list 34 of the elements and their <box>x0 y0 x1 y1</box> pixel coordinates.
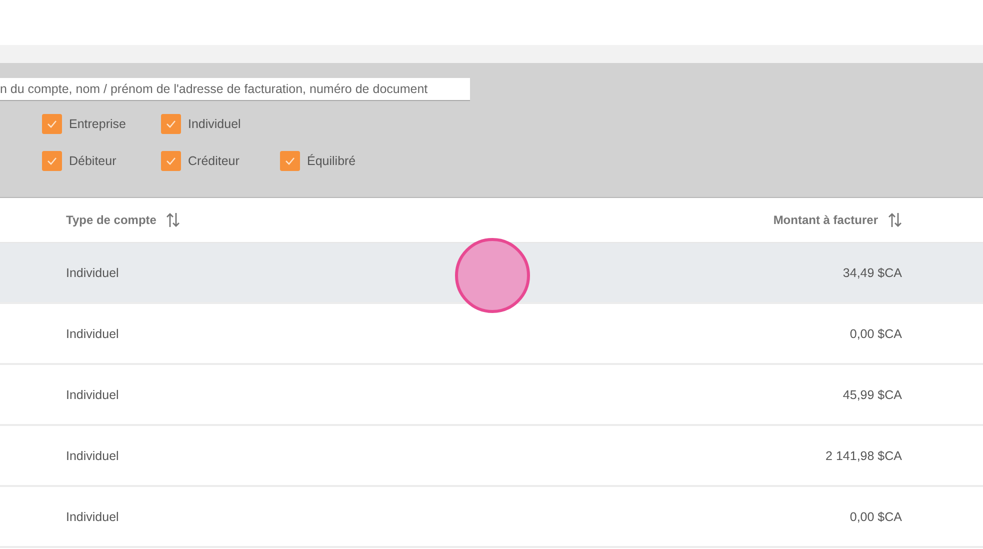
table-cell: 0,00 $CA <box>850 510 902 524</box>
check-icon <box>166 156 176 164</box>
table-row[interactable]: Individuel 2 141,98 $CA <box>0 426 983 487</box>
table-cell: 45,99 $CA <box>842 388 902 402</box>
table-cell: 2 141,98 $CA <box>826 448 902 462</box>
checkbox[interactable] <box>161 114 181 134</box>
table-cell: Individuel <box>66 510 119 524</box>
sort-icon[interactable] <box>166 212 180 228</box>
checkbox-label: Entreprise <box>69 116 126 130</box>
search-field[interactable]: n du compte, nom / prénom de l'adresse de facturation, numéro de document <box>0 78 470 101</box>
sort-icon[interactable] <box>888 212 902 228</box>
checkbox[interactable] <box>280 150 300 170</box>
checkbox[interactable] <box>161 150 181 170</box>
column-header[interactable]: Type de compte <box>66 213 156 227</box>
checkbox-label: Débiteur <box>69 154 116 168</box>
table-cell: Individuel <box>66 448 119 462</box>
checkbox[interactable] <box>42 114 62 134</box>
table-cell: Individuel <box>66 326 119 340</box>
table-row[interactable]: Individuel 45,99 $CA <box>0 365 983 426</box>
check-icon <box>47 156 57 164</box>
table-cell: 0,00 $CA <box>850 326 902 340</box>
checkbox-label: Équilibré <box>307 154 356 168</box>
table-row[interactable]: Individuel 34,49 $CA <box>0 243 983 304</box>
table-cell: 34,49 $CA <box>842 266 902 280</box>
checkbox-label: Créditeur <box>188 154 240 168</box>
table-cell: Individuel <box>66 388 119 402</box>
table-cell: Individuel <box>66 266 119 280</box>
table-row[interactable]: Individuel 0,00 $CA <box>0 487 983 548</box>
check-icon <box>166 120 176 128</box>
check-icon <box>47 120 57 128</box>
column-header[interactable]: Montant à facturer <box>773 213 878 227</box>
checkbox-label: Individuel <box>188 116 241 130</box>
checkbox[interactable] <box>42 150 62 170</box>
check-icon <box>285 156 295 164</box>
